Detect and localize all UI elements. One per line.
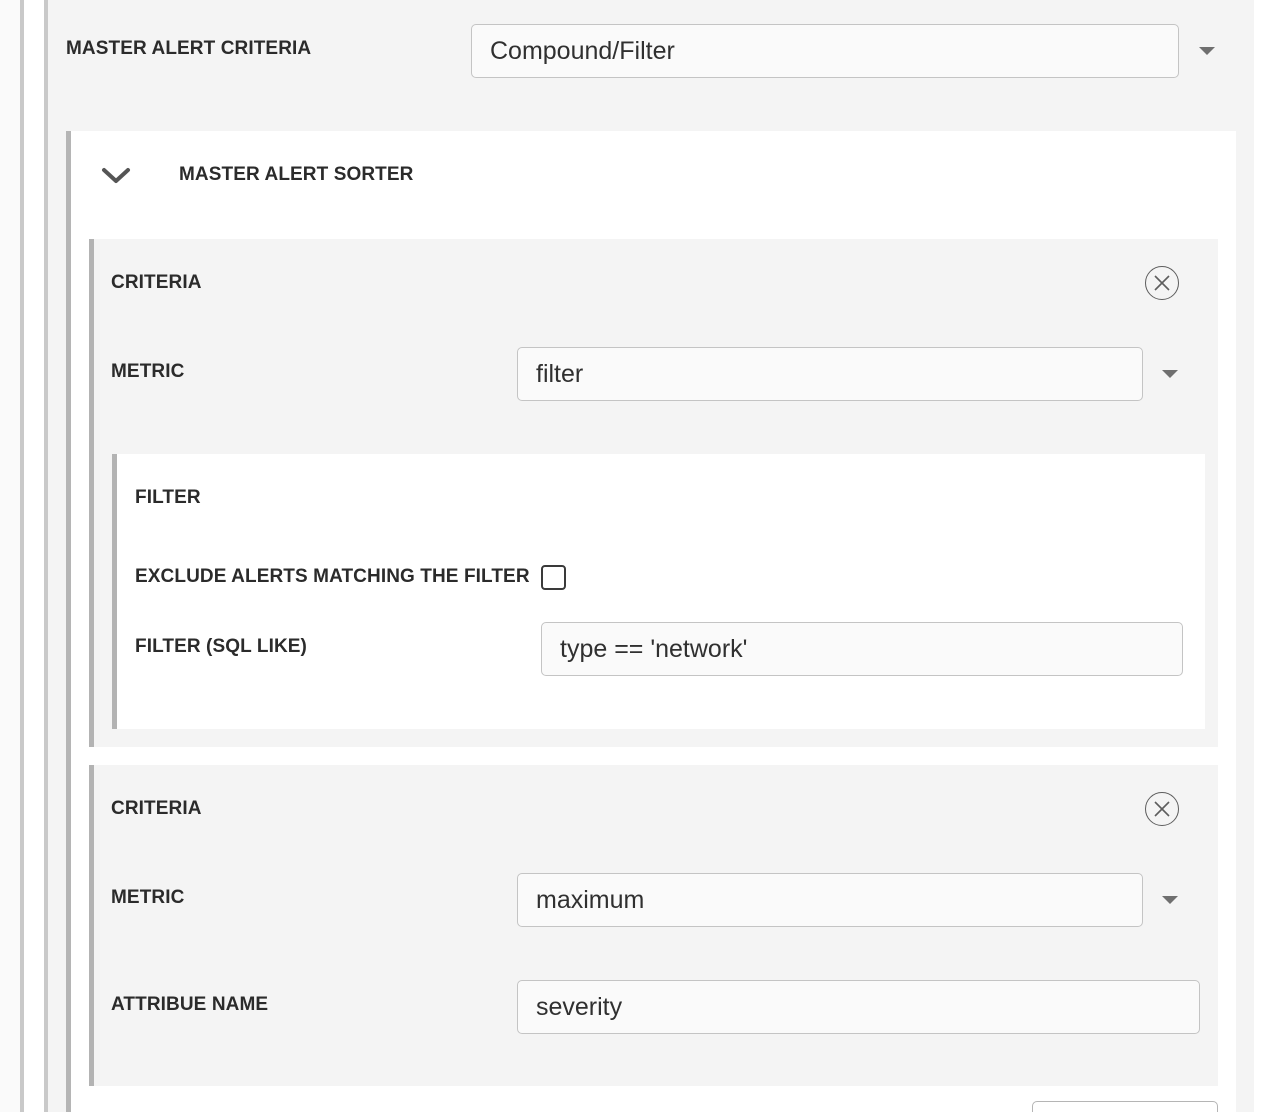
criteria-title: CRITERIA: [111, 272, 202, 293]
master-alert-sorter-title: MASTER ALERT SORTER: [179, 164, 414, 185]
chevron-down-icon[interactable]: [1162, 370, 1178, 378]
master-alert-criteria-label: MASTER ALERT CRITERIA: [66, 38, 312, 59]
outer-gutter: [0, 0, 20, 1112]
remove-criteria-button[interactable]: [1145, 792, 1179, 826]
chevron-down-icon[interactable]: [1162, 896, 1178, 904]
master-alert-criteria-value: Compound/Filter: [490, 36, 675, 65]
close-icon: [1154, 275, 1170, 291]
criteria-title: CRITERIA: [111, 798, 202, 819]
master-alert-criteria-select[interactable]: Compound/Filter: [471, 24, 1179, 78]
criteria-card-2: CRITERIA METRIC maximum ATTRIBUE NAME se…: [89, 765, 1218, 1086]
metric-label: METRIC: [111, 361, 185, 382]
criteria-card-1: CRITERIA METRIC filter FILTER EXCLUDE AL…: [89, 239, 1218, 747]
metric-value: filter: [536, 359, 584, 388]
metric-label: METRIC: [111, 887, 185, 908]
chevron-down-icon[interactable]: [1199, 47, 1215, 55]
filter-title: FILTER: [135, 487, 201, 508]
close-icon: [1154, 801, 1170, 817]
partial-button[interactable]: [1032, 1101, 1218, 1112]
attribute-name-label: ATTRIBUE NAME: [111, 994, 269, 1015]
attribute-name-value: severity: [536, 992, 623, 1021]
right-margin: [1254, 0, 1284, 1112]
attribute-name-input[interactable]: severity: [517, 980, 1200, 1034]
chevron-down-icon[interactable]: [100, 166, 132, 186]
metric-value: maximum: [536, 885, 645, 914]
outer-border-line: [20, 0, 24, 1112]
metric-select[interactable]: maximum: [517, 873, 1143, 927]
filter-block: FILTER EXCLUDE ALERTS MATCHING THE FILTE…: [112, 454, 1205, 729]
filter-sql-label: FILTER (SQL LIKE): [135, 636, 307, 657]
exclude-alerts-checkbox[interactable]: [541, 565, 566, 590]
filter-sql-input[interactable]: type == 'network': [541, 622, 1183, 676]
exclude-alerts-label: EXCLUDE ALERTS MATCHING THE FILTER: [135, 566, 530, 587]
metric-select[interactable]: filter: [517, 347, 1143, 401]
filter-sql-value: type == 'network': [560, 634, 748, 663]
remove-criteria-button[interactable]: [1145, 266, 1179, 300]
